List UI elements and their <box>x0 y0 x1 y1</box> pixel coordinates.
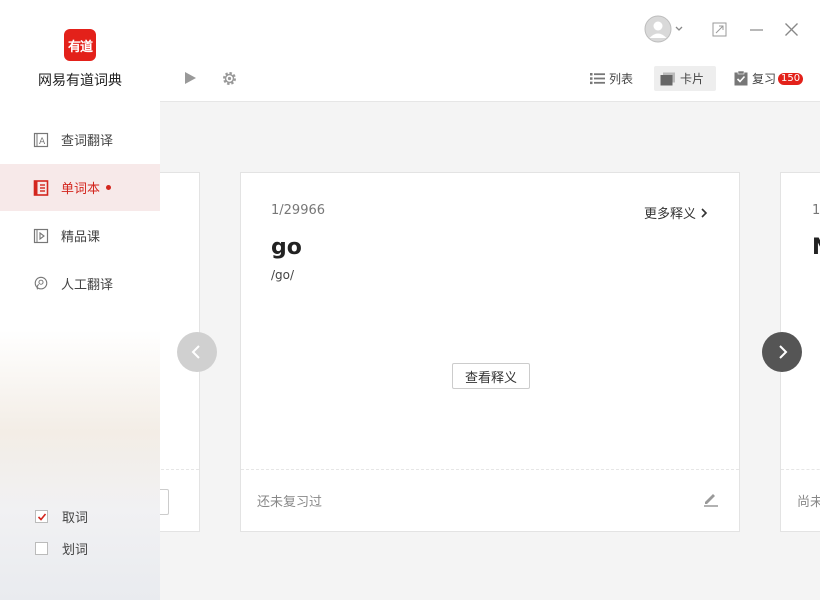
app-name: 网易有道词典 <box>38 73 122 89</box>
card-view-label: 卡片 <box>680 72 705 86</box>
next-card-counter: 1 <box>812 203 820 218</box>
gear-icon[interactable] <box>220 69 238 87</box>
word-card: 1/29966 更多释义 go /go/ 查看释义 还未复习过 <box>240 172 740 532</box>
avatar-dropdown[interactable] <box>644 15 688 43</box>
minimize-icon[interactable] <box>748 21 764 37</box>
review-count-badge: 150 <box>778 72 804 85</box>
svg-text:A: A <box>39 137 46 147</box>
chevron-right-icon <box>701 207 708 218</box>
sidebar-item-course[interactable]: 精品课 <box>0 212 160 259</box>
more-definitions-label: 更多释义 <box>643 207 696 222</box>
select-word-checkbox[interactable] <box>35 542 48 555</box>
option-capture-word[interactable]: 取词 <box>35 507 88 526</box>
review-status: 还未复习过 <box>257 495 323 510</box>
card-counter: 1/29966 <box>271 203 326 218</box>
capture-word-checkbox[interactable] <box>35 510 48 523</box>
card-word: go <box>271 235 302 260</box>
sidebar-item-human-translation[interactable]: 人工翻译 <box>0 260 160 307</box>
edit-icon[interactable] <box>702 490 719 511</box>
notification-dot <box>106 185 112 190</box>
card-phonetic: /go/ <box>271 268 295 282</box>
close-icon[interactable] <box>783 21 799 37</box>
more-definitions-link[interactable]: 更多释义 <box>644 203 709 222</box>
human-translation-icon <box>33 276 49 292</box>
sidebar-item-wordbook[interactable]: 单词本 <box>0 164 160 211</box>
sidebar: 有道 网易有道词典 A 查词翻译 单词本 精品课 人工翻译 取词 划词 <box>0 0 160 600</box>
option-label: 取词 <box>62 511 89 526</box>
next-card-button-arrow[interactable] <box>762 332 802 372</box>
clipboard-check-icon <box>734 71 748 86</box>
list-view-label: 列表 <box>609 72 634 86</box>
top-toolbar: 列表 卡片 复习 150 <box>160 0 820 102</box>
app-logo: 有道 <box>64 29 96 61</box>
sidebar-item-label: 人工翻译 <box>61 278 114 293</box>
view-definition-button[interactable]: 查看释义 <box>452 363 530 389</box>
wordbook-icon <box>33 179 49 196</box>
sidebar-item-label: 查词翻译 <box>61 134 114 149</box>
card-footer: 还未复习过 <box>241 469 739 531</box>
next-card-footer: 尚未 <box>781 469 820 531</box>
option-select-word[interactable]: 划词 <box>35 539 88 558</box>
expand-icon[interactable] <box>711 21 727 37</box>
course-play-icon <box>33 228 49 244</box>
chevron-right-icon <box>779 345 788 359</box>
card-view-button[interactable]: 卡片 <box>654 66 716 91</box>
previous-card-button-arrow[interactable] <box>177 332 217 372</box>
review-label: 复习 <box>752 72 777 86</box>
next-card-status: 尚未 <box>797 495 820 510</box>
option-label: 划词 <box>62 543 89 558</box>
sidebar-item-label: 单词本 <box>61 182 101 197</box>
play-icon[interactable] <box>182 70 198 86</box>
list-view-button[interactable]: 列表 <box>584 66 639 91</box>
sidebar-item-label: 精品课 <box>61 230 101 245</box>
next-card-word: N <box>812 235 820 260</box>
review-button[interactable]: 复习 150 <box>728 66 809 91</box>
dictionary-icon: A <box>33 132 49 148</box>
sidebar-item-lookup[interactable]: A 查词翻译 <box>0 116 160 163</box>
chevron-left-icon <box>191 345 200 359</box>
list-icon <box>590 73 605 85</box>
cards-icon <box>660 72 675 85</box>
